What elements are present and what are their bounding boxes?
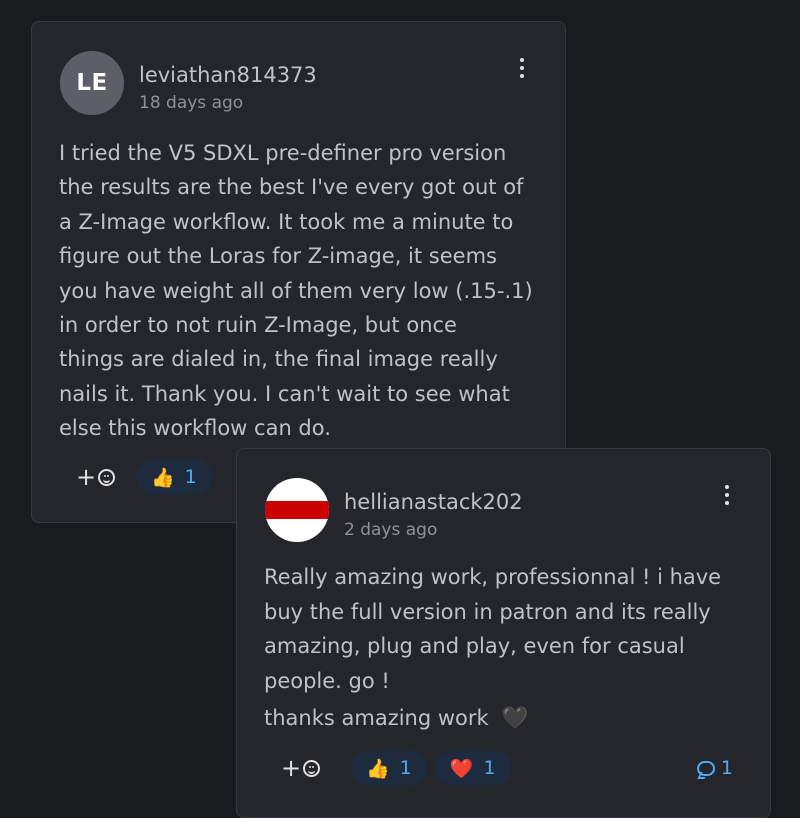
comment-text-line: buy the full version in patron and its r… bbox=[264, 599, 711, 624]
comment-actions: + 👍 1 bbox=[76, 459, 220, 495]
reaction-heart[interactable]: ❤️ 1 bbox=[434, 750, 511, 786]
reaction-count: 1 bbox=[483, 757, 496, 779]
smiley-icon bbox=[98, 468, 116, 486]
comment-text-line: figure out the Loras for Z-image, it see… bbox=[59, 244, 497, 269]
heart-reaction-icon: ❤️ bbox=[449, 757, 474, 780]
reaction-thumbs-up[interactable]: 👍 1 bbox=[136, 459, 212, 495]
comment-body: I tried the V5 SDXL pre-definer pro vers… bbox=[59, 136, 554, 446]
thumbs-up-icon: 👍 bbox=[151, 466, 175, 489]
avatar-initials: LE bbox=[76, 70, 108, 96]
comment-text-line: else this workflow can do. bbox=[59, 416, 331, 441]
add-reaction-button[interactable]: + bbox=[76, 465, 136, 489]
comment-body: Really amazing work, professionnal ! i h… bbox=[264, 560, 744, 737]
plus-icon: + bbox=[76, 463, 97, 491]
reply-count: 1 bbox=[720, 757, 733, 779]
reaction-thumbs-up[interactable]: 👍 1 bbox=[351, 750, 427, 786]
more-options-icon[interactable] bbox=[515, 56, 529, 80]
comment-actions: + 👍 1 ❤️ 1 1 bbox=[281, 750, 733, 786]
comment-text-line: people. go ! bbox=[264, 668, 390, 693]
plus-icon: + bbox=[281, 754, 302, 782]
more-options-icon[interactable] bbox=[720, 483, 734, 507]
comment-username[interactable]: hellianastack202 bbox=[344, 489, 523, 515]
comment-card: hellianastack202 2 days ago Really amazi… bbox=[236, 448, 771, 818]
thanks-text: thanks amazing work bbox=[264, 706, 489, 731]
comment-username[interactable]: leviathan814373 bbox=[139, 62, 317, 88]
comment-text-line: a Z-Image workflow. It took me a minute … bbox=[59, 209, 514, 234]
heart-icon: 🖤 bbox=[501, 706, 529, 732]
comment-text-line: in order to not ruin Z-Image, but once bbox=[59, 313, 457, 338]
comment-timestamp: 2 days ago bbox=[344, 520, 438, 540]
reply-count-button[interactable]: 1 bbox=[696, 757, 733, 779]
comment-text-line: Really amazing work, professionnal ! i h… bbox=[264, 565, 722, 589]
comment-text-line: things are dialed in, the final image re… bbox=[59, 347, 498, 372]
comment-text-line: you have weight all of them very low (.1… bbox=[59, 278, 533, 303]
comment-timestamp: 18 days ago bbox=[139, 93, 244, 113]
thumbs-up-icon: 👍 bbox=[366, 757, 390, 780]
avatar[interactable] bbox=[265, 478, 329, 542]
comment-text-line: nails it. Thank you. I can't wait to see… bbox=[59, 381, 510, 406]
avatar[interactable]: LE bbox=[60, 51, 124, 115]
comment-text-line: thanks amazing work 🖤 bbox=[264, 701, 744, 737]
comment-text-line: the results are the best I've every got … bbox=[59, 175, 524, 200]
comment-bubble-icon bbox=[696, 760, 715, 776]
comment-text-line: amazing, plug and play, even for casual bbox=[264, 634, 685, 659]
reaction-count: 1 bbox=[184, 466, 197, 488]
add-reaction-button[interactable]: + bbox=[281, 756, 351, 780]
reaction-count: 1 bbox=[399, 757, 412, 779]
smiley-icon bbox=[303, 759, 321, 777]
comment-text-line: I tried the V5 SDXL pre-definer pro vers… bbox=[59, 141, 507, 165]
avatar-flag-stripe bbox=[265, 501, 329, 519]
